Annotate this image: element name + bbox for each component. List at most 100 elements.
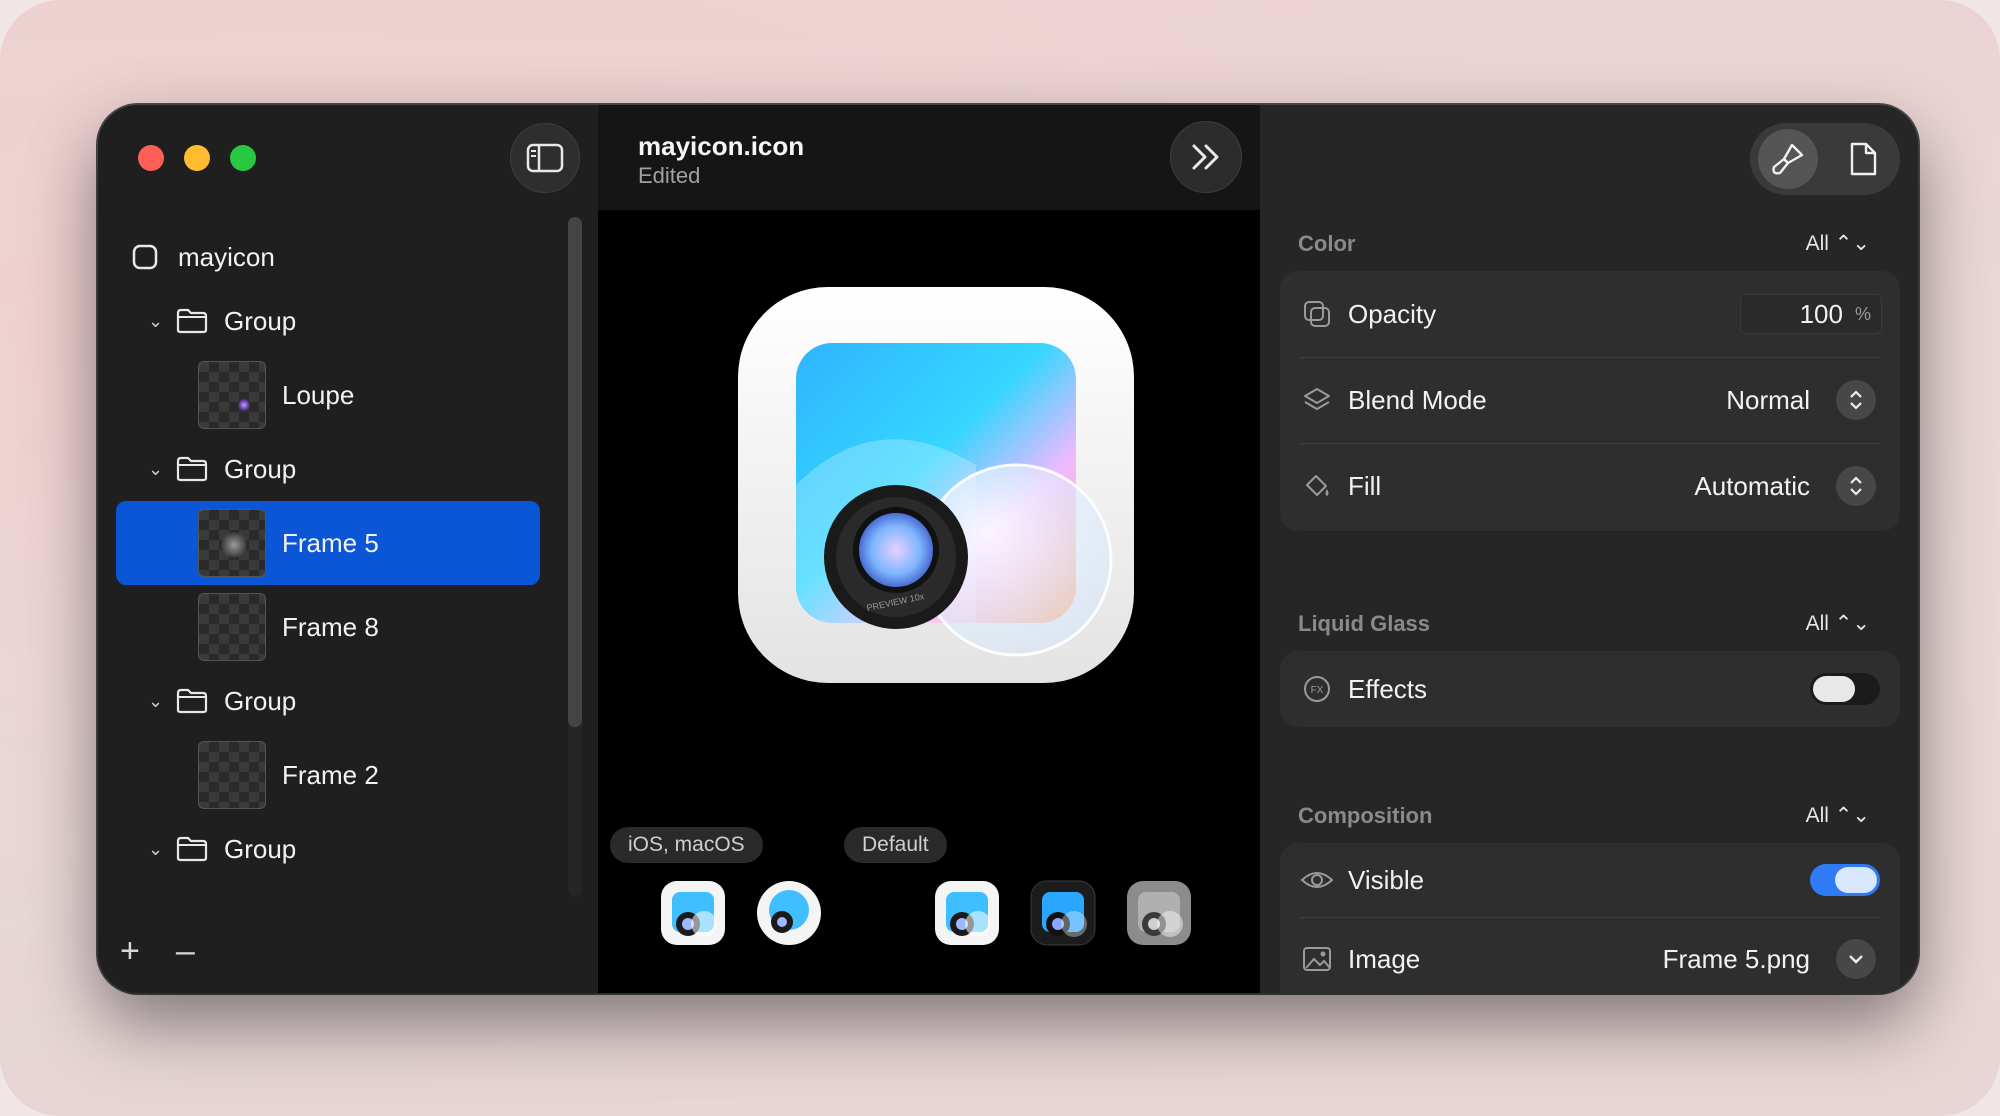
opacity-label: Opacity xyxy=(1348,298,1437,329)
sidebar-footer: + – xyxy=(120,932,195,971)
opacity-unit: % xyxy=(1854,303,1871,324)
effects-label: Effects xyxy=(1348,673,1428,704)
chevron-down-icon[interactable] xyxy=(1836,939,1876,979)
layer-tree: mayicon ⌄ Group Loupe ⌄ Group Frame 5 Fr… xyxy=(116,225,556,881)
fill-label: Fill xyxy=(1348,470,1382,501)
minimize-button[interactable] xyxy=(184,145,210,171)
folder-icon xyxy=(176,836,208,862)
tree-group-4[interactable]: ⌄ Group xyxy=(116,817,556,881)
layers-icon xyxy=(1300,385,1334,415)
opacity-row: Opacity 100 % xyxy=(1280,271,1900,357)
expand-inspector-button[interactable] xyxy=(1170,121,1242,193)
appearance-pill[interactable]: Default xyxy=(844,827,947,863)
tree-layer-frame-2[interactable]: Frame 2 xyxy=(116,733,556,817)
glass-card: FX Effects xyxy=(1280,651,1900,727)
preview-default-tinted[interactable] xyxy=(1126,880,1192,946)
tree-group-1[interactable]: ⌄ Group xyxy=(116,289,556,353)
effects-row: FX Effects xyxy=(1280,651,1900,727)
tree-item-label: Group xyxy=(224,833,297,864)
preview-default-dark[interactable] xyxy=(1030,880,1096,946)
layer-thumbnail xyxy=(198,741,266,809)
tree-root-label: mayicon xyxy=(178,241,275,272)
inspector-panel: Color All ⌃⌄ Opacity 100 % Blend Mode No… xyxy=(1260,105,1918,993)
desktop-background: mayicon ⌄ Group Loupe ⌄ Group Frame 5 Fr… xyxy=(0,0,2000,1116)
updown-chevron-icon[interactable] xyxy=(1836,380,1876,420)
image-value: Frame 5.png xyxy=(1662,943,1810,974)
fill-row[interactable]: Fill Automatic xyxy=(1280,443,1900,529)
visible-toggle[interactable] xyxy=(1810,864,1880,896)
tree-group-2[interactable]: ⌄ Group xyxy=(116,437,556,501)
tree-item-label: Group xyxy=(224,453,297,484)
tree-item-label: Frame 2 xyxy=(282,759,379,790)
tab-appearance[interactable] xyxy=(1757,129,1818,189)
tree-item-label: Frame 5 xyxy=(282,527,379,558)
document-title: mayicon.icon xyxy=(638,131,805,161)
document-icon xyxy=(1850,142,1876,176)
fx-icon: FX xyxy=(1300,674,1334,704)
preview-default-light[interactable] xyxy=(934,880,1000,946)
image-label: Image xyxy=(1348,943,1421,974)
tree-root-mayicon[interactable]: mayicon xyxy=(116,225,556,289)
tree-group-3[interactable]: ⌄ Group xyxy=(116,669,556,733)
visible-label: Visible xyxy=(1348,864,1425,895)
icon-preview[interactable]: PREVIEW 10x xyxy=(736,285,1136,685)
platform-pill[interactable]: iOS, macOS xyxy=(610,827,763,863)
svg-text:FX: FX xyxy=(1311,685,1324,696)
zoom-button[interactable] xyxy=(230,145,256,171)
folder-icon xyxy=(176,456,208,482)
folder-icon xyxy=(176,688,208,714)
opacity-value: 100 xyxy=(1799,298,1843,329)
document-header: mayicon.icon Edited xyxy=(598,105,1260,210)
layer-thumbnail xyxy=(198,509,266,577)
close-button[interactable] xyxy=(138,145,164,171)
chevron-double-right-icon xyxy=(1192,144,1219,170)
square-icon xyxy=(132,244,158,270)
tree-item-label: Group xyxy=(224,685,297,716)
updown-chevron-icon[interactable] xyxy=(1836,466,1876,506)
color-card: Opacity 100 % Blend Mode Normal Fill Aut… xyxy=(1280,271,1900,531)
color-section-label: Color xyxy=(1298,231,1356,256)
sidebar-toggle-button[interactable] xyxy=(510,123,580,193)
folder-icon xyxy=(176,308,208,334)
app-window: mayicon ⌄ Group Loupe ⌄ Group Frame 5 Fr… xyxy=(98,105,1918,993)
blend-mode-row[interactable]: Blend Mode Normal xyxy=(1280,357,1900,443)
effects-toggle[interactable] xyxy=(1810,673,1880,705)
glass-scope-select[interactable]: All ⌃⌄ xyxy=(1806,611,1870,636)
visible-row: Visible xyxy=(1280,843,1900,917)
remove-layer-button[interactable]: – xyxy=(176,932,195,971)
tree-layer-frame-5[interactable]: Frame 5 xyxy=(116,501,540,585)
eye-icon xyxy=(1300,868,1334,892)
tab-document[interactable] xyxy=(1833,129,1893,189)
paint-bucket-icon xyxy=(1300,471,1334,501)
layer-thumbnail xyxy=(198,593,266,661)
sidebar-icon xyxy=(526,143,564,173)
chevron-down-icon[interactable]: ⌄ xyxy=(148,459,168,480)
window-controls xyxy=(138,145,256,171)
chevron-down-icon[interactable]: ⌄ xyxy=(148,311,168,332)
paintbrush-icon xyxy=(1771,143,1803,175)
preview-ios-circle[interactable] xyxy=(756,880,822,946)
tree-item-label: Frame 8 xyxy=(282,611,379,642)
tree-layer-frame-8[interactable]: Frame 8 xyxy=(116,585,556,669)
add-layer-button[interactable]: + xyxy=(120,932,140,971)
inspector-tab-group xyxy=(1750,123,1900,195)
sidebar-scrollbar[interactable] xyxy=(568,217,582,727)
document-status: Edited xyxy=(638,163,701,188)
preview-ios-square[interactable] xyxy=(660,880,726,946)
blend-mode-value: Normal xyxy=(1726,384,1810,415)
opacity-icon xyxy=(1300,299,1334,329)
chevron-down-icon[interactable]: ⌄ xyxy=(148,839,168,860)
image-row[interactable]: Image Frame 5.png xyxy=(1280,917,1900,993)
opacity-field[interactable]: 100 % xyxy=(1740,294,1882,334)
chevron-down-icon[interactable]: ⌄ xyxy=(148,691,168,712)
photo-icon xyxy=(1300,946,1334,972)
color-scope-select[interactable]: All ⌃⌄ xyxy=(1806,231,1870,256)
composition-card: Visible Image Frame 5.png xyxy=(1280,843,1900,993)
tree-layer-loupe[interactable]: Loupe xyxy=(116,353,556,437)
composition-section-label: Composition xyxy=(1298,803,1433,828)
canvas-area: mayicon.icon Edited PREVIEW 10x iOS, mac… xyxy=(598,105,1260,993)
fill-value: Automatic xyxy=(1694,470,1810,501)
sidebar: mayicon ⌄ Group Loupe ⌄ Group Frame 5 Fr… xyxy=(98,105,598,993)
composition-scope-select[interactable]: All ⌃⌄ xyxy=(1806,803,1870,828)
blend-mode-label: Blend Mode xyxy=(1348,384,1487,415)
